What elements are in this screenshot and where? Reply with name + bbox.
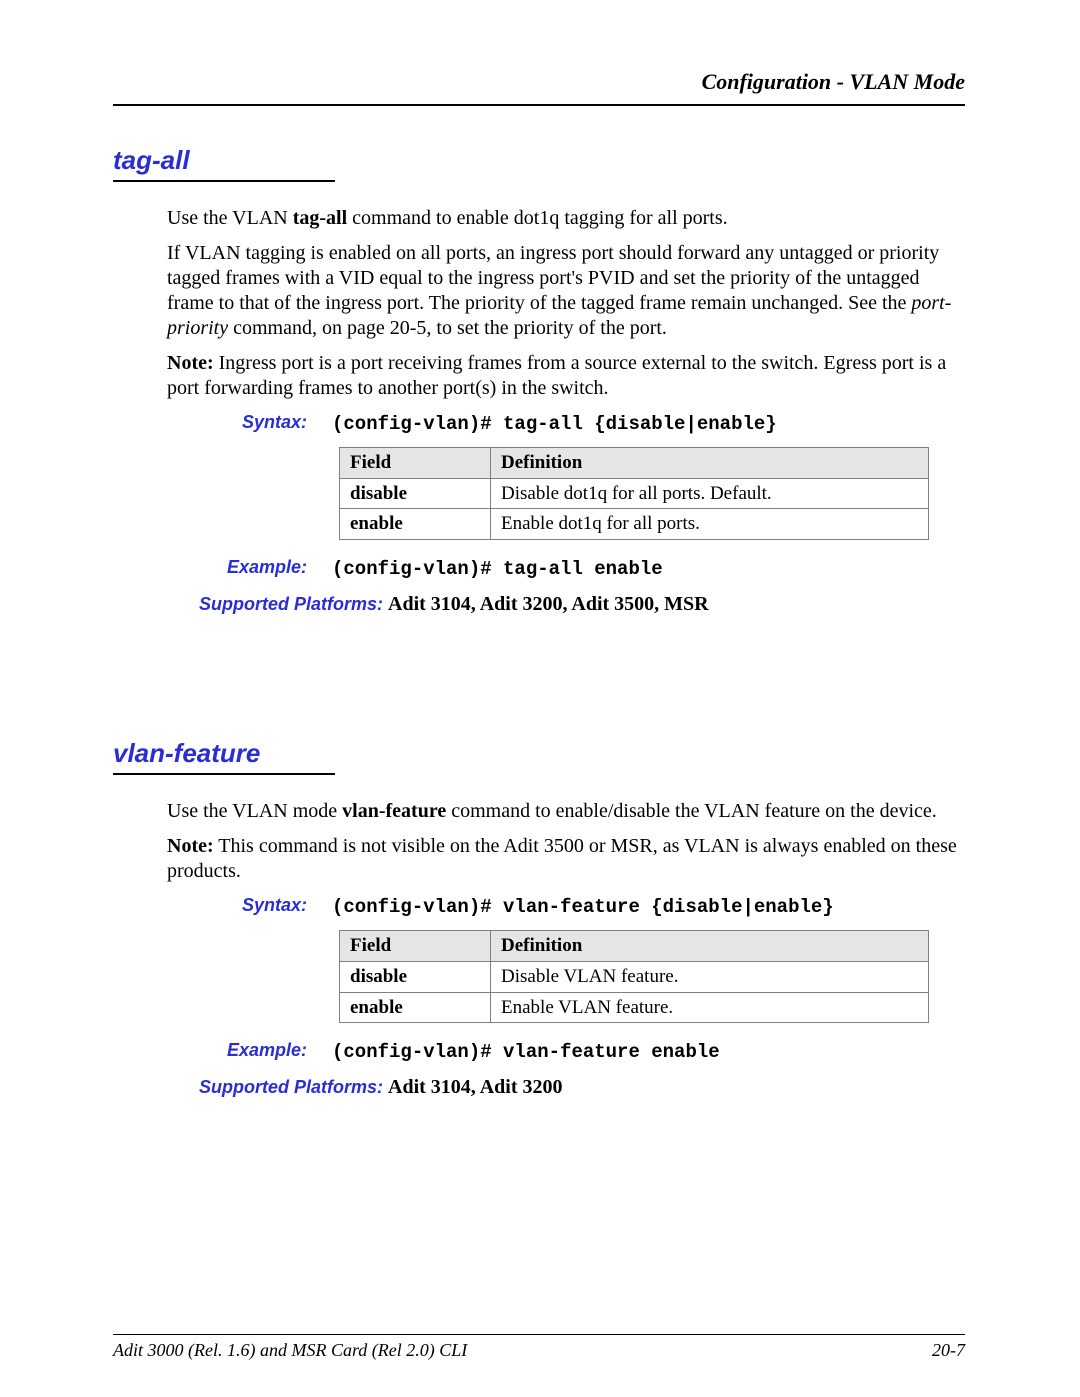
- syntax-command: (config-vlan)# tag-all {disable|enable}: [332, 413, 777, 437]
- table-row: disable Disable VLAN feature.: [340, 961, 929, 992]
- syntax-label: Syntax:: [167, 894, 307, 917]
- note-text: Ingress port is a port receiving frames …: [167, 352, 946, 399]
- page-footer: Adit 3000 (Rel. 1.6) and MSR Card (Rel 2…: [113, 1334, 965, 1362]
- table-row: enable Enable dot1q for all ports.: [340, 509, 929, 540]
- note-paragraph: Note: This command is not visible on the…: [167, 834, 965, 884]
- page-content: Configuration - VLAN Mode tag-all Use th…: [113, 68, 965, 1110]
- platforms-label: Supported Platforms:: [199, 1076, 383, 1099]
- platforms-value: Adit 3104, Adit 3200, Adit 3500, MSR: [388, 593, 709, 615]
- syntax-label: Syntax:: [167, 411, 307, 434]
- bold-text: tag-all: [293, 207, 347, 229]
- table-header-row: Field Definition: [340, 447, 929, 478]
- paragraph: If VLAN tagging is enabled on all ports,…: [167, 241, 965, 341]
- note-label: Note:: [167, 835, 214, 857]
- table-cell-field: enable: [340, 992, 491, 1023]
- bold-text: vlan-feature: [342, 800, 446, 822]
- syntax-row: Syntax: (config-vlan)# tag-all {disable|…: [167, 411, 965, 437]
- text: Use the VLAN: [167, 207, 293, 229]
- section-heading-vlan-feature: vlan-feature: [113, 737, 965, 770]
- table-header-row: Field Definition: [340, 931, 929, 962]
- table-header-definition: Definition: [491, 447, 929, 478]
- table-cell-field: enable: [340, 509, 491, 540]
- note-paragraph: Note: Ingress port is a port receiving f…: [167, 351, 965, 401]
- text: command, on page 20-5, to set the priori…: [228, 317, 667, 339]
- note-text: This command is not visible on the Adit …: [167, 835, 957, 882]
- note-label: Note:: [167, 352, 214, 374]
- table-row: disable Disable dot1q for all ports. Def…: [340, 478, 929, 509]
- paragraph: Use the VLAN mode vlan-feature command t…: [167, 799, 965, 824]
- example-command: (config-vlan)# tag-all enable: [332, 558, 663, 582]
- section-body-vlan-feature: Use the VLAN mode vlan-feature command t…: [167, 799, 965, 1100]
- table-cell-definition: Enable VLAN feature.: [491, 992, 929, 1023]
- platforms-value: Adit 3104, Adit 3200: [388, 1076, 562, 1098]
- footer-page-number: 20-7: [932, 1339, 965, 1362]
- running-header: Configuration - VLAN Mode: [113, 68, 965, 106]
- section-body-tag-all: Use the VLAN tag-all command to enable d…: [167, 206, 965, 617]
- text: command to enable/disable the VLAN featu…: [446, 800, 937, 822]
- text: If VLAN tagging is enabled on all ports,…: [167, 242, 939, 314]
- table-cell-field: disable: [340, 478, 491, 509]
- example-command: (config-vlan)# vlan-feature enable: [332, 1041, 720, 1065]
- example-label: Example:: [167, 556, 307, 579]
- example-row: Example: (config-vlan)# tag-all enable: [167, 556, 965, 582]
- table-header-definition: Definition: [491, 931, 929, 962]
- platforms-row: Supported Platforms: Adit 3104, Adit 320…: [199, 1075, 965, 1100]
- spacer: [113, 627, 965, 737]
- example-row: Example: (config-vlan)# vlan-feature ena…: [167, 1039, 965, 1065]
- text: Use the VLAN mode: [167, 800, 342, 822]
- syntax-command: (config-vlan)# vlan-feature {disable|ena…: [332, 896, 834, 920]
- platforms-row: Supported Platforms: Adit 3104, Adit 320…: [199, 592, 965, 617]
- table-cell-definition: Enable dot1q for all ports.: [491, 509, 929, 540]
- table-cell-definition: Disable dot1q for all ports. Default.: [491, 478, 929, 509]
- platforms-label: Supported Platforms:: [199, 593, 383, 616]
- table-cell-definition: Disable VLAN feature.: [491, 961, 929, 992]
- paragraph: Use the VLAN tag-all command to enable d…: [167, 206, 965, 231]
- table-cell-field: disable: [340, 961, 491, 992]
- footer-left: Adit 3000 (Rel. 1.6) and MSR Card (Rel 2…: [113, 1339, 467, 1362]
- text: command to enable dot1q tagging for all …: [347, 207, 727, 229]
- heading-rule: [113, 773, 335, 775]
- table-header-field: Field: [340, 931, 491, 962]
- fields-table: Field Definition disable Disable VLAN fe…: [339, 930, 929, 1023]
- fields-table: Field Definition disable Disable dot1q f…: [339, 447, 929, 540]
- section-heading-tag-all: tag-all: [113, 144, 965, 177]
- table-header-field: Field: [340, 447, 491, 478]
- syntax-row: Syntax: (config-vlan)# vlan-feature {dis…: [167, 894, 965, 920]
- example-label: Example:: [167, 1039, 307, 1062]
- table-row: enable Enable VLAN feature.: [340, 992, 929, 1023]
- heading-rule: [113, 180, 335, 182]
